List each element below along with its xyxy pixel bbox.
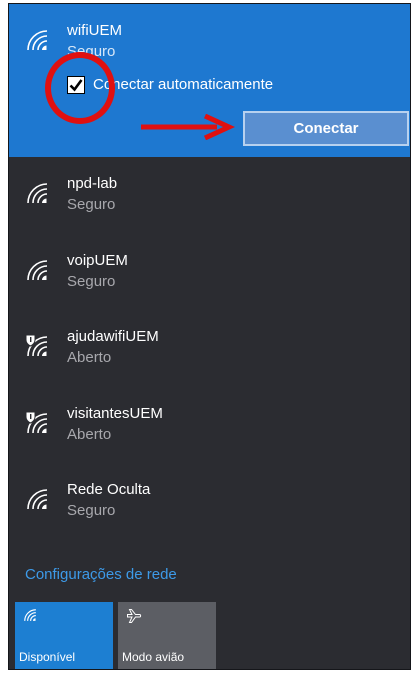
network-item[interactable]: Rede Oculta Seguro [9, 470, 410, 540]
network-flyout: wifiUEM Seguro Conectar automaticamente … [8, 3, 411, 670]
network-status: Aberto [67, 426, 112, 443]
wifi-open-shield-icon [25, 411, 49, 435]
network-status: Seguro [67, 196, 116, 213]
network-item[interactable]: npd-lab Seguro [9, 164, 410, 234]
wifi-icon [23, 608, 37, 627]
annotation-circle [45, 52, 115, 124]
airplane-icon [126, 608, 142, 629]
network-name: ajudawifiUEM [67, 328, 159, 345]
wifi-secured-icon [25, 258, 49, 282]
wifi-toggle-tile[interactable]: Disponível [15, 602, 113, 669]
network-name: npd-lab [67, 175, 118, 192]
network-status: Aberto [67, 349, 112, 366]
network-settings-link[interactable]: Configurações de rede [25, 566, 177, 583]
wifi-secured-icon [25, 28, 49, 52]
network-name: visitantesUEM [67, 405, 163, 422]
airplane-tile-label: Modo avião [122, 650, 185, 664]
wifi-open-shield-icon [25, 334, 49, 358]
wifi-tile-label: Disponível [19, 650, 76, 664]
network-name: Rede Oculta [67, 481, 151, 498]
airplane-mode-tile[interactable]: Modo avião [118, 602, 216, 669]
wifi-secured-icon [25, 181, 49, 205]
wifi-secured-icon [25, 487, 49, 511]
auto-connect-label: Conectar automaticamente [93, 76, 274, 93]
network-item[interactable]: visitantesUEM Aberto [9, 394, 410, 464]
network-item[interactable]: voipUEM Seguro [9, 241, 410, 311]
network-item[interactable]: ajudawifiUEM Aberto [9, 317, 410, 387]
connect-button[interactable]: Conectar [243, 111, 409, 146]
annotation-arrow-icon [141, 114, 236, 140]
network-status: Seguro [67, 273, 116, 290]
network-name: voipUEM [67, 252, 128, 269]
selected-network-item[interactable]: wifiUEM Seguro Conectar automaticamente … [9, 4, 410, 157]
network-name: wifiUEM [67, 22, 122, 39]
network-status: Seguro [67, 502, 116, 519]
